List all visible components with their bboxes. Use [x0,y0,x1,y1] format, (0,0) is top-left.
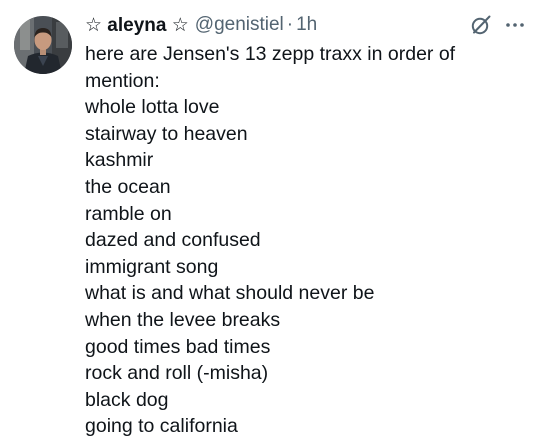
tweet-line: immigrant song [85,255,219,278]
tweet-line: good times bad times [85,335,271,358]
tweet-text: here are Jensen's 13 zepp traxx in order… [85,41,530,440]
tweet-line: the ocean [85,175,171,198]
tweet-line: black dog [85,388,169,411]
user-handle[interactable]: @genistiel [195,14,284,36]
grok-icon[interactable] [469,13,493,37]
timestamp[interactable]: 1h [296,14,317,36]
separator-dot: · [286,14,294,35]
tweet-line: ramble on [85,202,172,225]
display-name[interactable]: ☆ aleyna ☆ [85,14,189,37]
tweet-line: stairway to heaven [85,122,248,145]
avatar[interactable] [14,16,72,74]
tweet-line: what is and what should never be [85,282,375,305]
tweet-line: here are Jensen's 13 zepp traxx in order… [85,43,456,65]
tweet-line: whole lotta love [85,96,220,119]
tweet-header: ☆ aleyna ☆ @genistiel · 1h [85,11,317,39]
tweet-line: kashmir [85,149,154,172]
tweet-line: when the levee breaks [85,308,281,331]
avatar-image [14,16,72,74]
tweet-line: mention: [85,69,160,92]
tweet-line: going to california [85,415,238,438]
tweet-line: dazed and confused [85,229,261,252]
tweet[interactable]: ☆ aleyna ☆ @genistiel · 1h here are Jens… [0,0,540,447]
tweet-line: rock and roll (-misha) [85,362,269,385]
more-options-icon[interactable] [503,13,527,37]
